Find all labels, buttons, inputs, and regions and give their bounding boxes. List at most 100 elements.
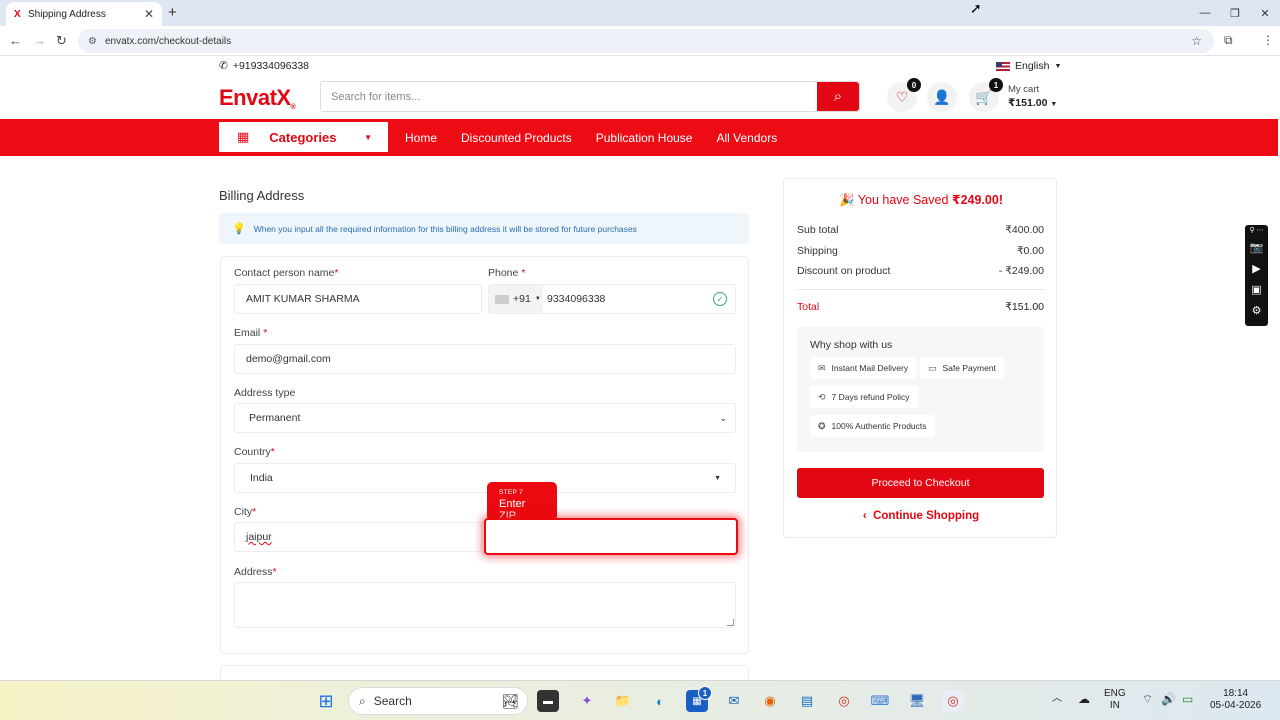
page-title: Billing Address — [219, 188, 305, 203]
country-code-selector[interactable]: +91 ▼ — [489, 285, 543, 313]
info-note-text: When you input all the required informat… — [253, 223, 637, 234]
card-icon: ▭ — [928, 362, 937, 373]
edge-icon[interactable]: ◐ — [649, 690, 671, 712]
city-input[interactable]: jaipur — [234, 522, 482, 552]
close-tab-icon[interactable]: ✕ — [144, 7, 154, 21]
camera-icon[interactable]: 📷 — [1250, 241, 1264, 256]
contact-phone[interactable]: ✆ +919334096338 — [219, 60, 309, 72]
party-popper-icon: 🎉 — [839, 193, 855, 207]
wishlist-button[interactable]: ♡ 0 — [887, 78, 921, 112]
total-row: Total ₹151.00 — [797, 301, 1044, 313]
nav-home[interactable]: Home — [405, 131, 437, 145]
address-textarea[interactable] — [234, 582, 736, 628]
minimize-icon[interactable]: — — [1190, 0, 1220, 26]
categories-dropdown[interactable]: ▦ Categories ▼ — [219, 122, 388, 152]
caret-down-icon: ▼ — [534, 296, 541, 302]
clock[interactable]: 18:14 05-04-2026 — [1210, 688, 1261, 712]
nav-all-vendors[interactable]: All Vendors — [716, 131, 777, 145]
perk-instant-mail: ✉ Instant Mail Delivery — [810, 357, 917, 379]
proceed-to-checkout-button[interactable]: Proceed to Checkout — [797, 468, 1044, 498]
perk-safe-payment: ▭ Safe Payment — [920, 357, 1004, 379]
notepad-icon[interactable]: ▤ — [796, 690, 818, 712]
forward-icon[interactable]: → — [33, 33, 46, 48]
monitor-icon[interactable]: 🖥 — [906, 690, 928, 712]
nav-discounted-products[interactable]: Discounted Products — [461, 131, 572, 145]
tab-search-icon[interactable]: ⧉ — [1224, 33, 1233, 48]
copilot-icon[interactable]: ✦ — [576, 690, 598, 712]
new-tab-icon[interactable]: + — [168, 4, 177, 21]
taskbar-search[interactable]: ⌕ Search 🏞 — [348, 687, 528, 715]
perk-authentic-products: ✪ 100% Authentic Products — [810, 415, 935, 437]
chrome-icon[interactable]: ◎ — [833, 690, 855, 712]
flag-icon — [495, 294, 509, 304]
city-label: City* — [234, 506, 257, 518]
show-hidden-icons[interactable]: ︿ — [1052, 693, 1062, 705]
settings-gear-icon[interactable]: ⚙ — [1252, 304, 1262, 319]
store-icon[interactable]: ▦ 1 — [686, 686, 712, 712]
continue-shopping-link[interactable]: ‹ Continue Shopping — [784, 510, 1058, 522]
caret-down-icon: ▼ — [1054, 62, 1062, 70]
video-icon[interactable]: ▶ — [1252, 262, 1260, 277]
onedrive-icon[interactable]: ☁ — [1078, 693, 1090, 705]
outlook-icon[interactable]: ✉ — [723, 690, 745, 712]
close-window-icon[interactable]: ✕ — [1250, 0, 1280, 26]
store-badge: 1 — [698, 686, 712, 700]
phone-label: Phone * — [488, 267, 526, 279]
search-bar: ⌕ — [320, 81, 860, 112]
account-button[interactable]: 👤 — [927, 82, 957, 112]
city-value: jaipur — [246, 531, 272, 543]
task-view-icon[interactable]: ▬ — [537, 690, 559, 712]
search-input[interactable] — [321, 82, 817, 111]
back-icon[interactable]: ← — [9, 33, 22, 48]
wifi-icon[interactable]: ⌔ — [1142, 693, 1153, 705]
savings-amount: ₹249.00! — [951, 193, 1003, 207]
link-icon[interactable]: ⚲ ⋯ — [1249, 227, 1263, 235]
battery-icon[interactable]: ▭ — [1182, 693, 1193, 705]
file-explorer-icon[interactable]: 📁 — [612, 690, 634, 712]
email-value: demo@gmail.com — [246, 353, 331, 365]
country-select[interactable]: India ▼ — [234, 463, 736, 493]
phone-value: 9334096338 — [547, 293, 606, 305]
url-bar[interactable]: ⚙ envatx.com/checkout-details ☆ — [78, 29, 1214, 53]
firefox-icon[interactable]: ◉ — [759, 690, 781, 712]
phone-icon: ✆ — [219, 60, 228, 72]
perk-refund-policy: ⟲ 7 Days refund Policy — [810, 386, 918, 408]
remote-icon[interactable]: ⌨ — [869, 690, 891, 712]
site-info-icon[interactable]: ⚙ — [88, 36, 97, 47]
site-logo[interactable]: EnvatX® — [219, 85, 296, 111]
us-flag-icon — [996, 61, 1010, 71]
address-type-select[interactable]: Permanent ⌄ — [234, 403, 736, 433]
email-input[interactable]: demo@gmail.com — [234, 344, 736, 374]
bookmark-star-icon[interactable]: ☆ — [1191, 34, 1202, 48]
url-text: envatx.com/checkout-details — [104, 35, 232, 47]
contact-name-input[interactable]: AMIT KUMAR SHARMA — [234, 284, 482, 314]
caret-down-icon: ▼ — [364, 132, 372, 142]
chevron-down-icon: ⌄ — [719, 412, 727, 423]
nav-publication-house[interactable]: Publication House — [596, 131, 693, 145]
browser-address-bar: ← → ↻ ⚙ envatx.com/checkout-details ☆ ⧉ … — [0, 26, 1280, 56]
volume-icon[interactable]: 🔊 — [1161, 693, 1176, 705]
why-shop-box: Why shop with us ✉ Instant Mail Delivery … — [797, 327, 1044, 452]
cart-button[interactable]: 🛒 1 — [969, 78, 1003, 112]
address-label: Address* — [234, 566, 277, 578]
cart-summary[interactable]: My cart ₹151.00 ▼ — [1008, 84, 1057, 109]
cart-count-badge: 1 — [989, 78, 1003, 92]
chrome-active-icon[interactable]: ◎ — [942, 690, 964, 712]
language-selector[interactable]: English ▼ — [996, 60, 1061, 72]
chevron-left-icon: ‹ — [862, 510, 867, 522]
windows-start-icon[interactable]: ⊞ — [315, 690, 337, 712]
phone-input[interactable]: +91 ▼ 9334096338 ✓ — [488, 284, 736, 314]
tab-title: Shipping Address — [28, 8, 106, 20]
browser-tab[interactable]: X Shipping Address ✕ — [6, 2, 162, 26]
zip-input[interactable] — [484, 518, 738, 555]
restore-icon[interactable]: ❐ — [1220, 0, 1250, 26]
logo-text: EnvatX — [219, 85, 291, 110]
browser-menu-icon[interactable]: ⋮ — [1262, 33, 1274, 47]
input-language[interactable]: ENG IN — [1104, 688, 1126, 712]
search-button[interactable]: ⌕ — [817, 82, 859, 111]
reload-icon[interactable]: ↻ — [56, 33, 67, 49]
window-icon[interactable]: ▣ — [1251, 283, 1261, 298]
windows-taskbar: ⊞ ⌕ Search 🏞 ▬ ✦ 📁 ◐ ▦ 1 ✉ ◉ ▤ ◎ ⌨ 🖥 ◎ ︿ … — [0, 680, 1280, 720]
site-topbar: ✆ +919334096338 English ▼ — [0, 57, 1280, 75]
wishlist-count-badge: 0 — [907, 78, 921, 92]
